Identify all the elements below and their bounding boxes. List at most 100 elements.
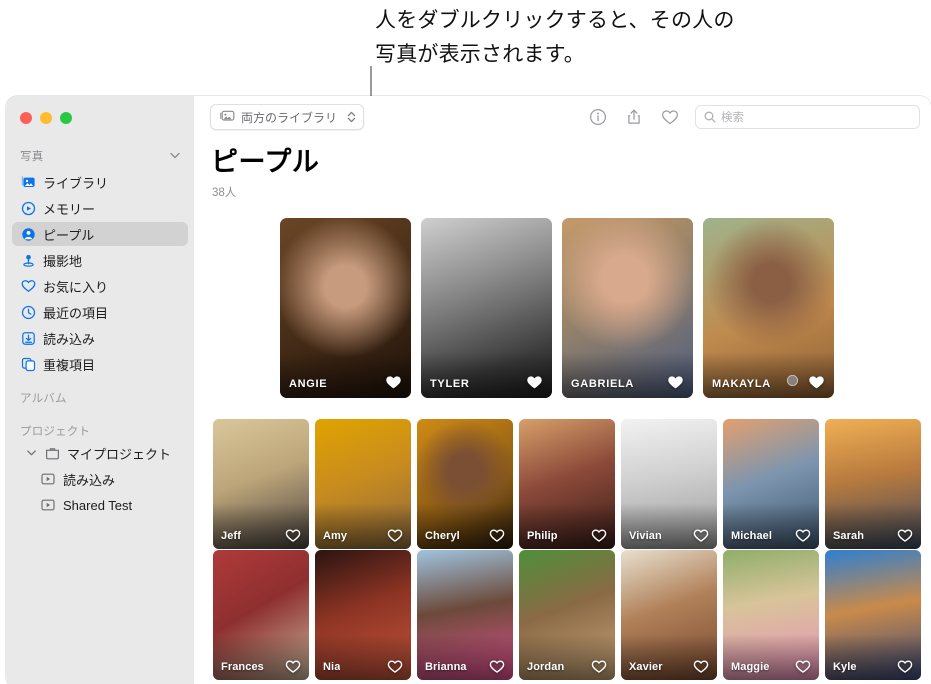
person-tile[interactable]: TYLER [421, 218, 552, 398]
people-count: 38人 [212, 184, 236, 200]
sidebar-item-memories-label: メモリー [43, 199, 95, 218]
favorite-heart-outline-icon[interactable] [285, 527, 301, 543]
clock-icon [20, 304, 36, 320]
person-name: Nia [323, 661, 340, 673]
memories-icon [20, 200, 36, 216]
favorite-heart-outline-icon[interactable] [591, 658, 607, 674]
favorite-heart-outline-icon[interactable] [795, 527, 811, 543]
favorite-heart-outline-icon[interactable] [591, 527, 607, 543]
favorite-heart-outline-icon[interactable] [387, 527, 403, 543]
person-tile[interactable]: Michael [723, 419, 819, 549]
slideshow-icon [40, 497, 56, 513]
favorite-heart-outline-icon[interactable] [897, 527, 913, 543]
favorite-heart-outline-icon[interactable] [387, 658, 403, 674]
sidebar: 写真 ライブラリ メモリー [6, 96, 194, 684]
close-button[interactable] [20, 112, 32, 124]
person-tile[interactable]: ANGIE [280, 218, 411, 398]
favorite-heart-filled-icon[interactable] [808, 373, 825, 390]
people-grid-row-2: Jeff AmyCheryl Philip Vivian Michael Sarah [213, 419, 921, 549]
person-tile[interactable]: Jeff [213, 419, 309, 549]
person-tile[interactable]: Frances [213, 550, 309, 680]
person-name: Sarah [833, 530, 864, 542]
sidebar-item-places-label: 撮影地 [43, 251, 82, 270]
person-tile[interactable]: MAKAYLA [703, 218, 834, 398]
screenshot-root: 人をダブルクリックすると、その人の 写真が表示されます。 写真 ライ [0, 0, 931, 684]
people-icon [20, 226, 36, 242]
person-tile[interactable]: Maggie [723, 550, 819, 680]
person-tile[interactable]: Xavier [621, 550, 717, 680]
toolbar: 両方のライブラリ [194, 96, 931, 144]
sidebar-item-memories[interactable]: メモリー [12, 196, 188, 220]
toolbar-actions: 検索 [587, 104, 931, 130]
person-name: Philip [527, 530, 558, 542]
favorite-heart-outline-icon[interactable] [795, 658, 811, 674]
person-tile[interactable]: Vivian [621, 419, 717, 549]
sidebar-item-people[interactable]: ピープル [12, 222, 188, 246]
person-tile[interactable]: Philip [519, 419, 615, 549]
person-name: MAKAYLA [712, 378, 771, 390]
favorite-heart-filled-icon[interactable] [667, 373, 684, 390]
info-icon[interactable] [587, 106, 609, 128]
person-tile[interactable]: Kyle [825, 550, 921, 680]
person-name: Jordan [527, 661, 564, 673]
person-tile[interactable]: Amy [315, 419, 411, 549]
slideshow-icon [40, 471, 56, 487]
sidebar-item-duplicates[interactable]: 重複項目 [12, 352, 188, 376]
sidebar-item-project-imports-label: 読み込み [63, 470, 115, 489]
sidebar-item-favorites[interactable]: お気に入り [12, 274, 188, 298]
person-name: TYLER [430, 378, 470, 390]
chevron-updown-icon[interactable] [347, 111, 356, 123]
favorite-heart-outline-icon[interactable] [897, 658, 913, 674]
person-tile[interactable]: Sarah [825, 419, 921, 549]
places-icon [20, 252, 36, 268]
favorite-heart-outline-icon[interactable] [285, 658, 301, 674]
person-tile[interactable]: Cheryl [417, 419, 513, 549]
favorite-heart-icon[interactable] [659, 106, 681, 128]
search-placeholder: 検索 [721, 109, 744, 125]
chevron-down-icon[interactable] [26, 450, 37, 456]
sidebar-item-imports[interactable]: 読み込み [12, 326, 188, 350]
photo-badge-icon [787, 375, 798, 386]
favorite-heart-outline-icon[interactable] [489, 658, 505, 674]
zoom-button[interactable] [60, 112, 72, 124]
person-name: Kyle [833, 661, 857, 673]
person-tile[interactable]: Brianna [417, 550, 513, 680]
person-tile[interactable]: Jordan [519, 550, 615, 680]
favorite-heart-filled-icon[interactable] [526, 373, 543, 390]
share-icon[interactable] [623, 106, 645, 128]
person-name: Brianna [425, 661, 467, 673]
favorite-heart-outline-icon[interactable] [489, 527, 505, 543]
photos-app-window: 写真 ライブラリ メモリー [6, 96, 931, 684]
person-tile[interactable]: GABRIELA [562, 218, 693, 398]
person-name: Maggie [731, 661, 770, 673]
favorite-heart-outline-icon[interactable] [693, 527, 709, 543]
sidebar-item-people-label: ピープル [43, 225, 94, 244]
sidebar-item-my-project[interactable]: マイプロジェクト [26, 441, 188, 465]
library-selector-popup[interactable]: 両方のライブラリ [210, 104, 364, 130]
sidebar-item-project-imports[interactable]: 読み込み [32, 467, 188, 491]
favorite-heart-outline-icon[interactable] [693, 658, 709, 674]
minimize-button[interactable] [40, 112, 52, 124]
person-name: Jeff [221, 530, 241, 542]
sidebar-item-imports-label: 読み込み [43, 329, 95, 348]
person-tile[interactable]: Nia [315, 550, 411, 680]
people-grid-row-3: Frances Nia Brianna Jordan Xavier Maggie Kyle [213, 550, 921, 680]
search-icon [704, 111, 716, 123]
page-title: ピープル [211, 140, 319, 179]
callout-text: 人をダブルクリックすると、その人の 写真が表示されます。 [375, 4, 915, 72]
favorite-heart-filled-icon[interactable] [385, 373, 402, 390]
sidebar-item-library[interactable]: ライブラリ [12, 170, 188, 194]
search-input[interactable]: 検索 [695, 105, 920, 129]
sidebar-item-my-project-label: マイプロジェクト [67, 444, 171, 463]
sidebar-section-photos[interactable]: 写真 [6, 148, 194, 164]
chevron-down-icon[interactable] [170, 150, 180, 162]
person-name: Michael [731, 530, 772, 542]
sidebar-section-photos-label: 写真 [20, 148, 43, 164]
sidebar-section-projects-label: プロジェクト [20, 423, 90, 439]
duplicates-icon [20, 356, 36, 372]
sidebar-item-shared-test[interactable]: Shared Test [32, 493, 188, 517]
import-icon [20, 330, 36, 346]
sidebar-item-recents[interactable]: 最近の項目 [12, 300, 188, 324]
sidebar-item-places[interactable]: 撮影地 [12, 248, 188, 272]
person-name: Frances [221, 661, 264, 673]
